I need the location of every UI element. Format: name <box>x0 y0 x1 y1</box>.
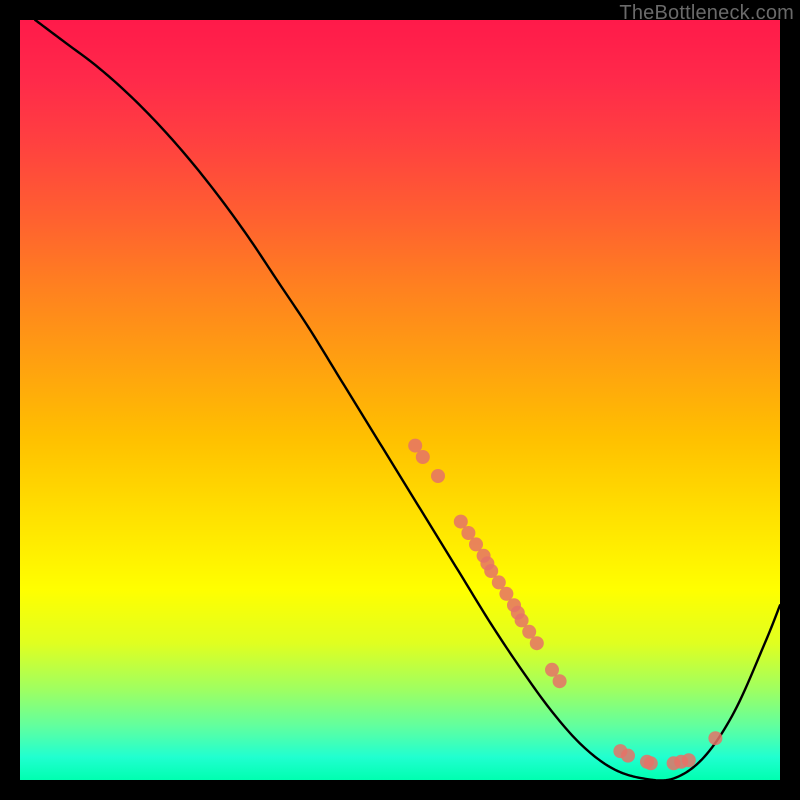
data-point <box>708 731 722 745</box>
data-point <box>515 613 529 627</box>
data-point <box>461 526 475 540</box>
data-point <box>492 575 506 589</box>
data-point <box>499 587 513 601</box>
data-point <box>408 439 422 453</box>
data-point <box>682 753 696 767</box>
chart-container: TheBottleneck.com <box>0 0 800 800</box>
data-point <box>553 674 567 688</box>
highlight-points <box>408 439 722 771</box>
plot-area <box>20 20 780 780</box>
bottleneck-curve <box>35 20 780 780</box>
data-point <box>644 756 658 770</box>
data-point <box>469 537 483 551</box>
data-point <box>621 749 635 763</box>
data-point <box>545 663 559 677</box>
data-point <box>431 469 445 483</box>
data-point <box>530 636 544 650</box>
data-point <box>522 625 536 639</box>
data-point <box>484 564 498 578</box>
data-point <box>416 450 430 464</box>
data-point <box>454 515 468 529</box>
chart-svg <box>20 20 780 780</box>
